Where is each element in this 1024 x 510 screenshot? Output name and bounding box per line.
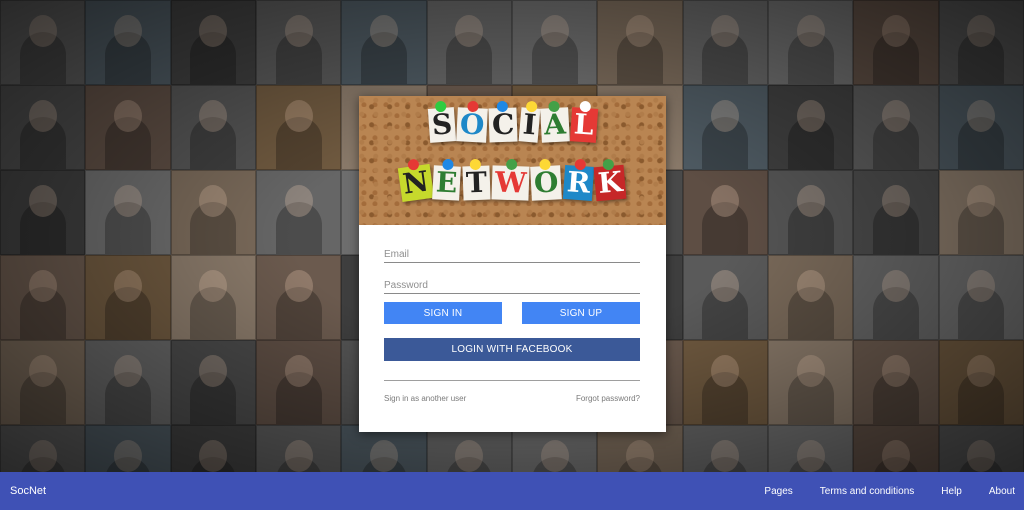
mosaic-photo-tile (938, 170, 1024, 255)
mosaic-photo-tile (853, 255, 939, 340)
banner-letter: N (397, 158, 434, 203)
mosaic-photo-tile (853, 170, 939, 255)
banner-letter: A (539, 100, 570, 143)
banner-letter: K (593, 158, 627, 202)
mosaic-photo-tile (938, 340, 1024, 425)
account-links: Sign in as another user Forgot password? (384, 394, 640, 403)
banner-letter: L (569, 100, 598, 143)
login-with-facebook-button[interactable]: LOGIN WITH FACEBOOK (384, 338, 640, 361)
mosaic-photo-tile (767, 170, 854, 255)
mosaic-photo-tile (255, 170, 342, 255)
banner-letter: O (530, 158, 563, 201)
mosaic-photo-tile (511, 425, 598, 472)
mosaic-photo-tile (682, 85, 768, 170)
banner-letter: T (462, 158, 491, 201)
mosaic-photo-tile (170, 0, 256, 85)
mosaic-photo-tile (682, 0, 768, 85)
mosaic-photo-tile (0, 85, 86, 170)
mosaic-photo-tile (938, 85, 1024, 170)
footer-bar: SocNet Pages Terms and conditions Help A… (0, 472, 1024, 510)
mosaic-photo-tile (170, 170, 256, 255)
footer-link-help[interactable]: Help (941, 486, 962, 497)
mosaic-photo-tile (341, 425, 427, 472)
mosaic-photo-tile (85, 170, 171, 255)
login-card: SOCIAL NETWORK SIGN IN SIGN UP LOGIN WIT… (359, 96, 666, 432)
mosaic-photo-tile (682, 340, 768, 425)
footer-nav: Pages Terms and conditions Help About (764, 486, 1015, 497)
mosaic-photo-tile (853, 425, 939, 472)
mosaic-photo-tile (170, 255, 256, 340)
mosaic-photo-tile (341, 0, 427, 85)
mosaic-photo-tile (682, 170, 768, 255)
mosaic-photo-tile (85, 255, 171, 340)
mosaic-photo-tile (767, 0, 854, 85)
banner-line-network: NETWORK (359, 158, 666, 203)
mosaic-photo-tile (170, 425, 256, 472)
mosaic-photo-tile (0, 255, 86, 340)
mosaic-photo-tile (938, 255, 1024, 340)
mosaic-photo-tile (597, 425, 683, 472)
mosaic-photo-tile (85, 340, 171, 425)
mosaic-photo-tile (938, 425, 1024, 472)
brand-name[interactable]: SocNet (10, 485, 46, 497)
mosaic-photo-tile (682, 425, 768, 472)
banner-letter: I (518, 100, 541, 143)
sign-up-button[interactable]: SIGN UP (522, 302, 640, 324)
mosaic-photo-tile (767, 425, 854, 472)
mosaic-photo-tile (170, 85, 256, 170)
forgot-password-link[interactable]: Forgot password? (576, 394, 640, 403)
mosaic-photo-tile (255, 85, 342, 170)
footer-link-about[interactable]: About (989, 486, 1015, 497)
mosaic-photo-tile (938, 0, 1024, 85)
footer-link-terms[interactable]: Terms and conditions (820, 486, 915, 497)
banner-letter: E (432, 158, 462, 201)
email-field[interactable] (384, 239, 640, 263)
banner-letter: S (427, 100, 457, 143)
mosaic-photo-tile (853, 340, 939, 425)
mosaic-photo-tile (255, 255, 342, 340)
mosaic-photo-tile (255, 425, 342, 472)
auth-button-row: SIGN IN SIGN UP (384, 302, 640, 324)
mosaic-photo-tile (85, 425, 171, 472)
mosaic-photo-tile (255, 0, 342, 85)
mosaic-photo-tile (170, 340, 256, 425)
mosaic-photo-tile (767, 255, 854, 340)
mosaic-photo-tile (767, 340, 854, 425)
mosaic-photo-tile (85, 0, 171, 85)
mosaic-photo-tile (0, 340, 86, 425)
mosaic-photo-tile (0, 0, 86, 85)
banner-letter: O (456, 100, 489, 143)
footer-link-pages[interactable]: Pages (764, 486, 792, 497)
banner-letter: W (491, 158, 530, 201)
mosaic-photo-tile (0, 170, 86, 255)
password-field[interactable] (384, 270, 640, 294)
mosaic-photo-tile (511, 0, 598, 85)
sign-in-button[interactable]: SIGN IN (384, 302, 502, 324)
mosaic-photo-tile (426, 0, 512, 85)
mosaic-photo-tile (597, 0, 683, 85)
social-network-banner: SOCIAL NETWORK (359, 96, 666, 225)
form-divider (384, 380, 640, 381)
mosaic-photo-tile (853, 85, 939, 170)
banner-line-social: SOCIAL (359, 100, 666, 143)
mosaic-photo-tile (255, 340, 342, 425)
mosaic-photo-tile (0, 425, 86, 472)
banner-letter: C (488, 100, 519, 143)
login-form: SIGN IN SIGN UP LOGIN WITH FACEBOOK Sign… (359, 225, 666, 403)
mosaic-photo-tile (682, 255, 768, 340)
mosaic-photo-tile (85, 85, 171, 170)
mosaic-photo-tile (853, 0, 939, 85)
mosaic-photo-tile (767, 85, 854, 170)
banner-letter: R (562, 158, 594, 201)
mosaic-photo-tile (426, 425, 512, 472)
sign-in-another-user-link[interactable]: Sign in as another user (384, 394, 466, 403)
